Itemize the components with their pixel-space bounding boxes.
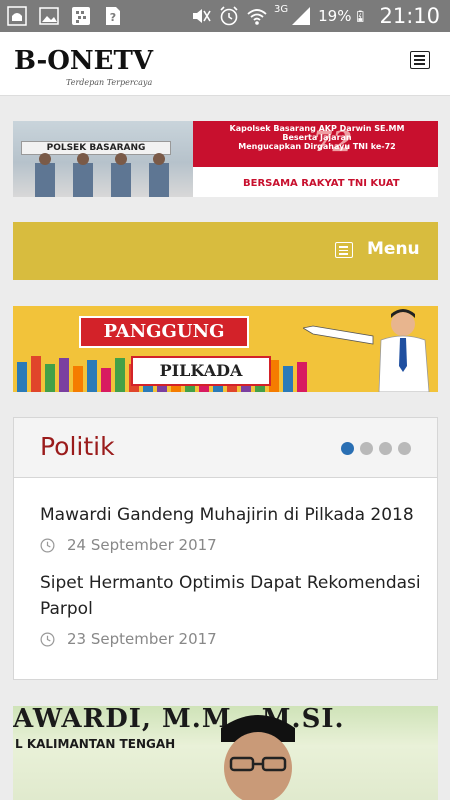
wifi-icon (247, 9, 267, 25)
pointing-man-graphic (303, 309, 430, 392)
svg-text:?: ? (110, 11, 116, 24)
pilkada-ad-banner[interactable]: PANGGUNG PILKADA (13, 306, 438, 392)
site-logo[interactable]: B-ONETV Terdepan Terpercaya (14, 38, 184, 92)
unknown-file-icon: ? (106, 7, 120, 25)
tni-ad-banner[interactable]: POLSEK BASARANG 72 Kapolsek Basarang AKP… (13, 121, 438, 197)
banner-line-1: Kapolsek Basarang AKP Darwin SE.MM (229, 124, 405, 133)
banner-slogan: BERSAMA RAKYAT TNI KUAT (243, 178, 400, 189)
featured-candidate-banner[interactable]: AWARDI, M.M., M.SI. L KALIMANTAN TENGAH (13, 706, 438, 800)
carousel-dots (341, 442, 411, 455)
site-header: B-ONETV Terdepan Terpercaya (0, 32, 450, 96)
news-item-date: 24 September 2017 (40, 536, 430, 554)
mosque-icon (7, 6, 27, 26)
news-item-date-text: 24 September 2017 (67, 536, 217, 554)
panggung-ribbon: PANGGUNG (79, 316, 249, 348)
menu-label: Menu (367, 239, 420, 259)
officers-silhouettes (35, 153, 169, 197)
news-item-title[interactable]: Mawardi Gandeng Muhajirin di Pilkada 201… (40, 502, 430, 528)
candidate-region: L KALIMANTAN TENGAH (15, 737, 176, 751)
banner-line-3: Mengucapkan Dirgahayu TNI ke-72 (238, 142, 396, 151)
status-bar: ? 3G 19% 21:10 (0, 0, 450, 32)
logo-tagline: Terdepan Terpercaya (66, 78, 153, 87)
signal-icon (292, 7, 311, 25)
logo-text: B-ONETV (14, 46, 154, 76)
pilkada-ribbon: PILKADA (131, 356, 271, 386)
news-item: Sipet Hermanto Optimis Dapat Rekomendasi… (40, 570, 430, 648)
carousel-dot-4[interactable] (398, 442, 411, 455)
politik-news-card: Politik Mawardi Gandeng Muhajirin di Pil… (13, 417, 438, 680)
carousel-dot-2[interactable] (360, 442, 373, 455)
menu-list-icon (335, 242, 353, 258)
battery-percent: 19% (318, 7, 352, 25)
card-header: Politik (14, 418, 437, 478)
candidate-photo (221, 715, 295, 800)
battery-charging-icon (357, 10, 364, 22)
image-icon (39, 7, 59, 25)
news-item: Mawardi Gandeng Muhajirin di Pilkada 201… (40, 502, 430, 554)
police-photo: POLSEK BASARANG (13, 121, 193, 197)
mute-icon (193, 9, 211, 23)
alarm-icon (220, 6, 238, 26)
clock-icon (40, 538, 55, 552)
network-type: 3G (274, 3, 289, 15)
bbm-icon (72, 7, 90, 25)
section-title: Politik (40, 432, 115, 461)
banner-line-2: Beserta Jajaran (282, 133, 352, 142)
news-item-date-text: 23 September 2017 (67, 630, 217, 648)
news-item-title[interactable]: Sipet Hermanto Optimis Dapat Rekomendasi… (40, 570, 430, 622)
clock-icon (40, 632, 55, 646)
hamburger-menu-icon[interactable] (410, 51, 430, 69)
carousel-dot-1[interactable] (341, 442, 354, 455)
clock-time: 21:10 (379, 4, 440, 28)
banner-greeting: Kapolsek Basarang AKP Darwin SE.MM Beser… (201, 124, 433, 151)
news-item-date: 23 September 2017 (40, 630, 430, 648)
menu-bar[interactable]: Menu (13, 222, 438, 280)
carousel-dot-3[interactable] (379, 442, 392, 455)
